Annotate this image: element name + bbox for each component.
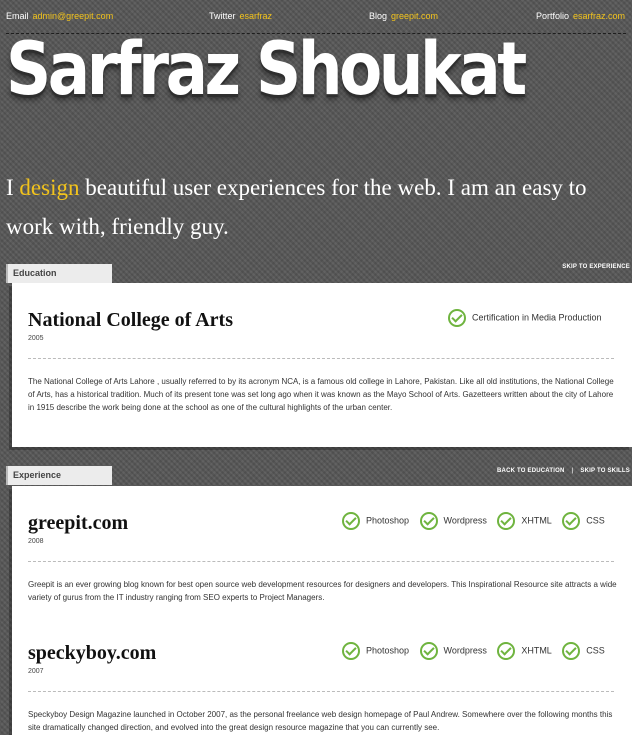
experience-divider	[28, 561, 614, 562]
twitter-link[interactable]: esarfraz	[240, 11, 273, 21]
skill-tag: Photoshop	[342, 642, 409, 660]
skill-tags: Photoshop Wordpress XHTML CSS	[342, 512, 605, 532]
certification-label: Certification in Media Production	[472, 312, 602, 323]
check-circle-icon	[497, 512, 516, 530]
blog-link[interactable]: greepit.com	[391, 11, 438, 21]
skill-tag: XHTML	[497, 642, 552, 660]
skill-label: XHTML	[521, 515, 552, 526]
experience-nav: BACK TO EDUCATION | SKIP TO SKILLS	[497, 468, 630, 474]
experience-year: 2008	[28, 538, 44, 545]
experience-divider	[28, 691, 614, 692]
skill-tags: Photoshop Wordpress XHTML CSS	[342, 642, 605, 662]
education-year: 2005	[28, 335, 44, 342]
email-info: Email admin@greepit.com	[6, 11, 113, 21]
skill-label: Photoshop	[366, 645, 410, 656]
check-circle-icon	[497, 642, 516, 660]
education-description: The National College of Arts Lahore , us…	[28, 377, 614, 412]
check-circle-icon	[562, 512, 581, 530]
portfolio-link[interactable]: esarfraz.com	[573, 11, 625, 21]
blog-label: Blog	[369, 11, 388, 21]
skill-tag: Photoshop	[342, 512, 409, 530]
skill-label: Photoshop	[366, 515, 410, 526]
skill-label: Wordpress	[443, 515, 487, 526]
education-card: National College of Arts 2005 Certificat…	[12, 283, 632, 447]
skip-to-skills-link[interactable]: SKIP TO SKILLS	[580, 468, 630, 474]
check-circle-icon	[562, 642, 581, 660]
skill-tag: CSS	[562, 642, 605, 660]
twitter-label: Twitter	[209, 11, 236, 21]
experience-title: speckyboy.com	[28, 642, 157, 664]
page-title: Sarfraz Shoukat	[6, 27, 527, 112]
tagline-highlight: design	[19, 175, 80, 200]
portfolio-info: Portfolio esarfraz.com	[536, 11, 625, 21]
check-circle-icon	[448, 309, 466, 327]
blog-info: Blog greepit.com	[369, 11, 438, 21]
twitter-info: Twitter esarfraz	[209, 11, 272, 21]
email-link[interactable]: admin@greepit.com	[33, 11, 114, 21]
education-divider	[28, 358, 614, 359]
experience-title: greepit.com	[28, 512, 129, 534]
skill-tag: XHTML	[497, 512, 552, 530]
education-nav: SKIP TO EXPERIENCE	[562, 264, 630, 270]
skip-to-experience-link[interactable]: SKIP TO EXPERIENCE	[562, 264, 630, 270]
check-circle-icon	[419, 642, 438, 660]
skill-label: CSS	[586, 645, 605, 656]
nav-separator: |	[571, 468, 574, 474]
experience-description: Speckyboy Design Magazine launched in Oc…	[28, 710, 613, 732]
portfolio-label: Portfolio	[536, 11, 570, 21]
skill-label: CSS	[586, 515, 605, 526]
tagline-pre: I	[6, 175, 20, 200]
check-circle-icon	[419, 512, 438, 530]
certification-badge: Certification in Media Production	[448, 309, 602, 329]
check-circle-icon	[342, 512, 360, 530]
contact-bar: Email admin@greepit.com Twitter esarfraz B…	[0, 11, 632, 25]
tagline: I design beautiful user experiences for …	[6, 168, 626, 246]
skill-label: XHTML	[521, 645, 552, 656]
check-circle-icon	[342, 642, 360, 660]
education-title: National College of Arts	[28, 309, 233, 331]
experience-description: Greepit is an ever growing blog known fo…	[28, 580, 617, 602]
skill-tag: Wordpress	[419, 512, 487, 530]
skill-tag: CSS	[562, 512, 605, 530]
back-to-education-link[interactable]: BACK TO EDUCATION	[497, 468, 565, 474]
education-tab: Education	[6, 264, 112, 283]
skill-tag: Wordpress	[419, 642, 487, 660]
email-label: Email	[6, 11, 29, 21]
tagline-post: beautiful user experiences for the web. …	[6, 175, 587, 239]
experience-card: greepit.com 2008 Photoshop Wordpress XHT…	[12, 486, 632, 735]
skill-label: Wordpress	[443, 645, 487, 656]
experience-year: 2007	[28, 668, 44, 675]
experience-tab: Experience	[6, 466, 112, 485]
